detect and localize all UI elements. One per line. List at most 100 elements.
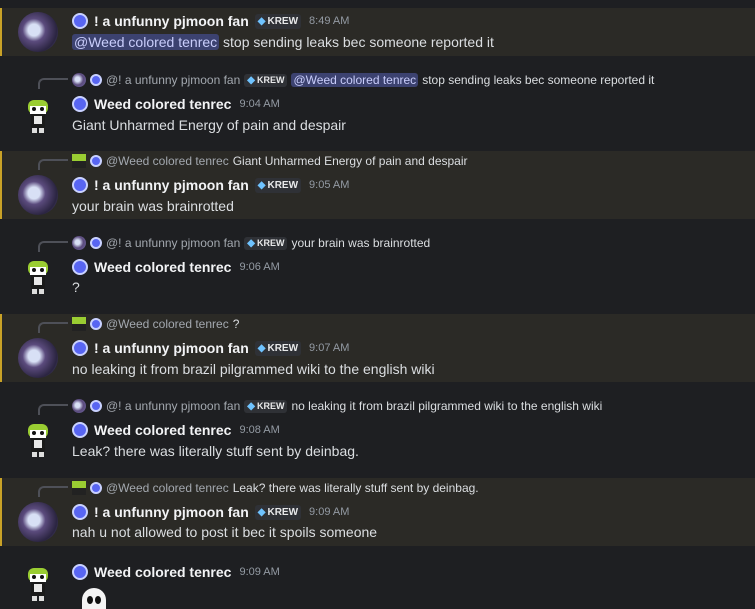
author-name[interactable]: Weed colored tenrec [94,96,231,112]
guild-badge[interactable]: ◆ KREW [254,504,302,520]
message-text: no leaking it from brazil pilgrammed wik… [72,361,435,377]
gem-icon: ◆ [247,237,255,249]
message-text: Giant Unharmed Energy of pain and despai… [72,117,346,133]
timestamp[interactable]: 9:05 AM [309,179,349,191]
reply-spine [38,159,68,170]
reply-preview[interactable]: @Weed colored tenrec Giant Unharmed Ener… [72,154,468,168]
avatar[interactable] [18,338,58,378]
message-text: Leak? there was literally stuff sent by … [72,443,359,459]
reply-text: your brain was brainrotted [291,236,431,250]
avatar[interactable] [18,257,58,297]
avatar[interactable] [18,12,58,52]
message-text: your brain was brainrotted [72,198,234,214]
timestamp[interactable]: 9:04 AM [239,98,279,110]
message-item[interactable]: @Weed colored tenrec Giant Unharmed Ener… [0,151,755,219]
status-icon [72,504,88,520]
avatar[interactable] [18,564,58,604]
status-icon [72,259,88,275]
guild-badge: ◆ KREW [244,236,288,250]
avatar[interactable] [18,175,58,215]
reply-text: Giant Unharmed Energy of pain and despai… [232,154,468,168]
author-name[interactable]: ! a unfunny pjmoon fan [94,504,249,520]
timestamp[interactable]: 9:06 AM [239,261,279,273]
timestamp[interactable]: 9:09 AM [309,506,349,518]
user-mention[interactable]: @Weed colored tenrec [291,73,419,87]
reply-author[interactable]: @! a unfunny pjmoon fan [106,399,240,413]
message-text: stop sending leaks bec someone reported … [223,34,494,50]
author-name[interactable]: ! a unfunny pjmoon fan [94,340,249,356]
reply-spine [38,78,68,89]
avatar [72,399,86,413]
avatar [72,154,86,168]
avatar[interactable] [18,96,58,136]
status-icon [90,400,102,412]
message-item[interactable]: @Weed colored tenrec Leak? there was lit… [0,478,755,546]
reply-author[interactable]: @! a unfunny pjmoon fan [106,236,240,250]
reply-preview[interactable]: @! a unfunny pjmoon fan ◆ KREW your brain… [72,236,430,250]
message-content: @Weed colored tenrec stop sending leaks … [72,34,494,50]
status-icon [72,564,88,580]
user-mention[interactable]: @Weed colored tenrec [72,34,220,50]
message-item[interactable]: ! a unfunny pjmoon fan ◆ KREW 8:49 AM @We… [0,8,755,56]
message-item[interactable]: @! a unfunny pjmoon fan ◆ KREW your brain… [0,233,755,301]
status-icon [90,482,102,494]
gem-icon: ◆ [247,74,255,86]
reply-text: ? [232,317,240,331]
ghost-emoji-icon[interactable] [78,586,110,609]
message-text: nah u not allowed to post it bec it spoi… [72,524,378,540]
reply-author[interactable]: @Weed colored tenrec [106,317,229,331]
guild-badge: ◆ KREW [244,399,288,413]
reply-author[interactable]: @! a unfunny pjmoon fan [106,73,240,87]
avatar [72,236,86,250]
reply-preview[interactable]: @! a unfunny pjmoon fan ◆ KREW no leaking… [72,399,602,413]
timestamp[interactable]: 9:07 AM [309,342,349,354]
reply-author[interactable]: @Weed colored tenrec [106,481,229,495]
reply-spine [38,322,68,333]
status-icon [72,96,88,112]
gem-icon: ◆ [257,179,266,191]
reply-spine [38,486,68,497]
author-name[interactable]: Weed colored tenrec [94,422,231,438]
message-item[interactable]: Weed colored tenrec 9:09 AM [0,560,755,609]
guild-badge: ◆ KREW [244,73,288,87]
reply-text: Leak? there was literally stuff sent by … [232,481,479,495]
status-icon [90,74,102,86]
avatar[interactable] [18,420,58,460]
author-name[interactable]: ! a unfunny pjmoon fan [94,13,249,29]
avatar [72,317,86,331]
status-icon [90,237,102,249]
reply-spine [38,241,68,252]
reply-preview[interactable]: @! a unfunny pjmoon fan ◆ KREW @Weed colo… [72,73,654,87]
timestamp[interactable]: 8:49 AM [309,15,349,27]
guild-badge[interactable]: ◆ KREW [254,340,302,356]
reply-spine [38,404,68,415]
reply-preview[interactable]: @Weed colored tenrec ? [72,317,239,331]
status-icon [90,318,102,330]
author-name[interactable]: Weed colored tenrec [94,564,231,580]
reply-preview[interactable]: @Weed colored tenrec Leak? there was lit… [72,481,479,495]
message-text: ? [72,279,80,295]
author-name[interactable]: ! a unfunny pjmoon fan [94,177,249,193]
reply-author[interactable]: @Weed colored tenrec [106,154,229,168]
status-icon [72,177,88,193]
gem-icon: ◆ [257,15,266,27]
reply-text: no leaking it from brazil pilgrammed wik… [291,399,603,413]
avatar[interactable] [18,502,58,542]
guild-badge[interactable]: ◆ KREW [254,13,302,29]
status-icon [72,422,88,438]
author-name[interactable]: Weed colored tenrec [94,259,231,275]
status-icon [72,13,88,29]
message-item[interactable]: @Weed colored tenrec ? ! a unfunny pjmoo… [0,314,755,382]
timestamp[interactable]: 9:09 AM [239,566,279,578]
guild-badge[interactable]: ◆ KREW [254,177,302,193]
avatar [72,481,86,495]
message-item[interactable]: @! a unfunny pjmoon fan ◆ KREW @Weed colo… [0,70,755,138]
gem-icon: ◆ [257,506,266,518]
reply-text: stop sending leaks bec someone reported … [422,73,655,87]
message-item[interactable]: @! a unfunny pjmoon fan ◆ KREW no leaking… [0,396,755,464]
gem-icon: ◆ [257,342,266,354]
status-icon [90,155,102,167]
avatar [72,73,86,87]
timestamp[interactable]: 9:08 AM [239,424,279,436]
status-icon [72,340,88,356]
